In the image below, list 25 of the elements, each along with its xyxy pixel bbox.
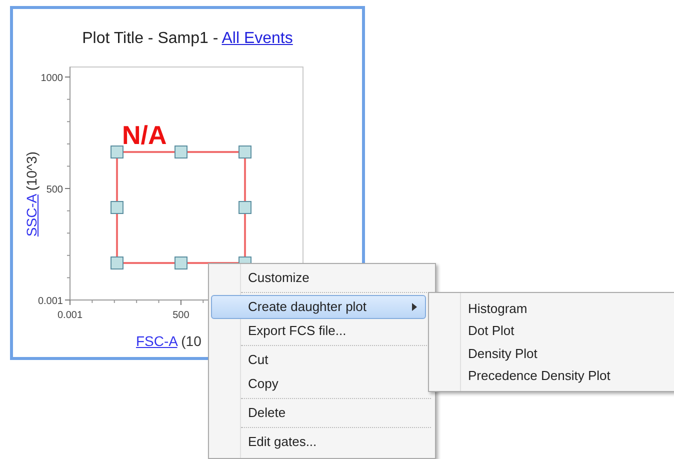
y-tick-label: 500 xyxy=(46,184,63,196)
menu-item[interactable]: Edit gates... xyxy=(211,430,426,454)
menu-item[interactable]: Delete xyxy=(211,401,426,425)
x-axis-title: FSC-A (10 xyxy=(136,332,202,351)
plot-title: Plot Title - Samp1 - All Events xyxy=(82,29,293,49)
submenu-item[interactable]: Dot Plot xyxy=(431,320,674,342)
x-tick-label: 0.001 xyxy=(57,310,83,321)
menu-item[interactable]: Customize xyxy=(211,266,426,290)
y-axis-title: SSC-A (10^3) xyxy=(22,151,40,237)
menu-item[interactable]: Cut xyxy=(211,348,426,372)
menu-item[interactable]: Create daughter plot xyxy=(211,295,426,319)
submenu-item[interactable]: Precedence Density Plot xyxy=(431,364,674,387)
y-tick-label: 0.001 xyxy=(38,296,63,307)
y-tick-label: 1000 xyxy=(40,73,63,84)
all-events-link[interactable]: All Events xyxy=(222,30,293,47)
submenu-item[interactable]: Density Plot xyxy=(431,342,674,364)
gate-label: N/A xyxy=(122,120,167,150)
submenu-arrow-icon xyxy=(412,303,417,311)
ssc-a-link[interactable]: SSC-A xyxy=(24,194,40,237)
x-tick-label: 500 xyxy=(172,310,190,321)
gate-rectangle[interactable] xyxy=(110,146,252,270)
menu-item[interactable]: Copy xyxy=(211,372,426,396)
menu-item[interactable]: Export FCS file... xyxy=(211,319,426,343)
submenu-item[interactable]: Histogram xyxy=(431,297,674,320)
fsc-a-link[interactable]: FSC-A xyxy=(136,333,178,349)
